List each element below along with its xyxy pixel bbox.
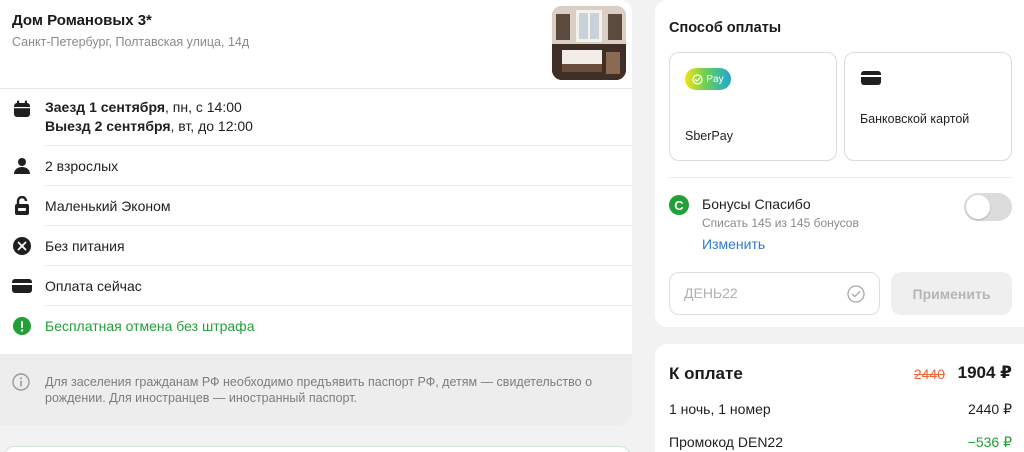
hotel-photo[interactable]: [552, 6, 626, 80]
check-circle-icon: [847, 285, 865, 308]
exclamation-icon: [12, 316, 32, 336]
guests-text: 2 взрослых: [45, 158, 119, 174]
payment-text: Оплата сейчас: [45, 278, 142, 294]
sberpay-option[interactable]: Pay SberPay: [669, 52, 837, 161]
payment-method-title: Способ оплаты: [669, 20, 782, 36]
person-icon: [12, 156, 32, 176]
meal-text: Без питания: [45, 238, 125, 254]
spasibo-logo-icon: С: [669, 195, 689, 215]
booking-summary-card: Дом Романовых 3* Санкт-Петербург, Полтав…: [0, 0, 632, 425]
info-icon: [12, 373, 30, 396]
payment-divider: [669, 177, 1012, 178]
calendar-icon: [12, 99, 32, 119]
checkout-text: Выезд 2 сентября, вт, до 12:00: [45, 118, 253, 134]
bank-card-option[interactable]: Банковской картой: [844, 52, 1012, 161]
meal-row: Без питания: [0, 226, 632, 266]
bonuses-title: Бонусы Спасибо: [702, 196, 811, 212]
dates-row: Заезд 1 сентября, пн, с 14:00 Выезд 2 се…: [0, 96, 632, 146]
cancellation-text: Бесплатная отмена без штрафа: [45, 318, 255, 334]
guests-row: 2 взрослых: [0, 146, 632, 186]
cancellation-row: Бесплатная отмена без штрафа: [0, 306, 632, 346]
payment-method-card: Способ оплаты Pay SberPay Банковской кар…: [655, 0, 1024, 327]
notice-text: Для заселения гражданам РФ необходимо пр…: [45, 375, 593, 405]
key-lock-icon: [12, 196, 32, 216]
bank-card-label: Банковской картой: [860, 112, 970, 126]
total-title: К оплате: [669, 364, 743, 383]
card-icon: [861, 71, 881, 90]
header-divider: [0, 88, 632, 89]
old-price: 2440: [913, 366, 945, 382]
payment-row: Оплата сейчас: [0, 266, 632, 306]
next-card-edge: [4, 446, 630, 452]
promo-line-value: −536 ₽: [967, 434, 1012, 450]
price-line-label: 1 ночь, 1 номер: [669, 401, 771, 417]
bonuses-change-link[interactable]: Изменить: [702, 236, 765, 252]
promo-code-input[interactable]: [684, 285, 834, 301]
hotel-name: Дом Романовых 3*: [12, 12, 152, 29]
sberpay-logo-icon: Pay: [685, 68, 731, 90]
room-row: Маленький Эконом: [0, 186, 632, 226]
checkin-text: Заезд 1 сентября, пн, с 14:00: [45, 99, 242, 115]
apply-promo-button[interactable]: Применить: [891, 272, 1012, 315]
hotel-address: Санкт-Петербург, Полтавская улица, 14д: [12, 35, 250, 49]
new-price: 1904 ₽: [957, 363, 1012, 382]
bonuses-toggle[interactable]: [964, 193, 1012, 221]
passport-notice: Для заселения гражданам РФ необходимо пр…: [0, 354, 632, 425]
sberpay-label: SberPay: [685, 129, 733, 143]
no-meal-icon: [12, 236, 32, 256]
price-line-value: 2440 ₽: [968, 401, 1012, 417]
bonuses-subtitle: Списать 145 из 145 бонусов: [702, 216, 859, 230]
promo-line-label: Промокод DEN22: [669, 434, 783, 450]
card-icon: [12, 276, 32, 296]
room-text: Маленький Эконом: [45, 198, 171, 214]
toggle-knob: [966, 195, 990, 219]
total-card: К оплате 2440 1904 ₽ 1 ночь, 1 номер 244…: [655, 344, 1024, 452]
promo-code-field[interactable]: [669, 272, 880, 315]
